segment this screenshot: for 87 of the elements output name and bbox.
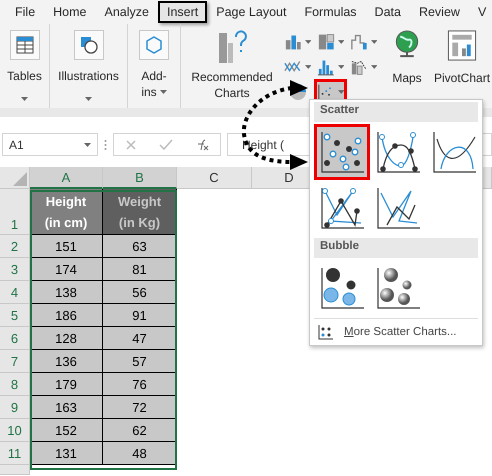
group-label: Add-	[141, 68, 167, 84]
table-cell: 151	[30, 235, 103, 258]
shapes-icon	[78, 35, 98, 55]
pivot-chart-icon[interactable]	[446, 29, 478, 62]
header-cell: Weight (in Kg)	[103, 189, 177, 235]
table-cell: 163	[30, 396, 103, 419]
caret-icon	[85, 97, 92, 101]
row-header[interactable]: 7	[0, 350, 30, 373]
button-label: Maps	[392, 70, 422, 86]
menu-tab[interactable]: Data	[366, 1, 410, 23]
row-header[interactable]: 2	[0, 235, 30, 258]
table-cell: 128	[30, 327, 103, 350]
menu-tab[interactable]: Page Layout	[207, 1, 296, 23]
table-cell: 179	[30, 373, 103, 396]
column-header[interactable]: C	[177, 167, 252, 189]
menu-tab[interactable]: File	[6, 1, 44, 23]
more-charts-link[interactable]: More Scatter Charts...	[344, 326, 456, 338]
scatter-chart-icon	[375, 129, 421, 175]
section-header: Scatter	[314, 102, 478, 122]
table-cell: 48	[103, 442, 177, 465]
function-icon[interactable]	[195, 138, 209, 150]
name-box[interactable]: A1	[2, 133, 98, 156]
caret-icon	[338, 90, 344, 94]
scatter-chart-icon	[319, 129, 365, 175]
header-cell: Height (in cm)	[30, 189, 103, 235]
section-header: Bubble	[314, 238, 478, 258]
table-cell: 186	[30, 304, 103, 327]
table-cell: 138	[30, 281, 103, 304]
row-header[interactable]: 1	[0, 189, 30, 235]
table-cell: 174	[30, 258, 103, 281]
caret-icon	[160, 90, 167, 94]
caret-icon	[21, 97, 28, 101]
row-header[interactable]: 9	[0, 396, 30, 419]
table-cell: 57	[103, 350, 177, 373]
scatter-chart-icon	[319, 185, 365, 231]
menu-tab[interactable]: V	[468, 1, 492, 23]
bubble-chart-icon	[319, 265, 365, 311]
ribbon-button[interactable]	[10, 30, 40, 60]
row-header[interactable]: 5	[0, 304, 30, 327]
caret-icon	[370, 40, 377, 44]
column-header[interactable]: A	[30, 167, 103, 189]
scatter-chart-icon	[431, 129, 477, 175]
group-label: Tables	[7, 68, 42, 84]
caret-icon	[304, 40, 311, 44]
table-cell: 62	[103, 419, 177, 442]
group-label: ins	[141, 84, 157, 100]
menu-tab[interactable]: Analyze	[96, 1, 158, 23]
button-label: Recommended	[191, 69, 273, 85]
caret-icon	[338, 40, 344, 44]
table-cell: 63	[103, 235, 177, 258]
button-label: PivotChart	[434, 70, 490, 86]
table-cell: 152	[30, 419, 103, 442]
button-label: Charts	[214, 85, 250, 101]
row-header[interactable]: 3	[0, 258, 30, 281]
table-cell: 56	[103, 281, 177, 304]
check-icon[interactable]	[159, 138, 173, 150]
table-cell: 76	[103, 373, 177, 396]
menu-tab[interactable]: Formulas	[295, 1, 366, 23]
menu-tab[interactable]: Insert	[158, 1, 208, 23]
table-cell: 81	[103, 258, 177, 281]
treemap-icon	[317, 32, 336, 52]
row-header[interactable]: 8	[0, 373, 30, 396]
caret-icon	[370, 64, 377, 68]
caret-icon	[84, 142, 91, 146]
table-icon	[16, 36, 34, 54]
table-cell: 136	[30, 350, 103, 373]
table-cell: 131	[30, 442, 103, 465]
table-cell: 91	[103, 304, 177, 327]
bubble-chart-icon	[375, 265, 421, 311]
chart-option[interactable]	[314, 124, 370, 180]
table-cell: 72	[103, 396, 177, 419]
row-header[interactable]: 11	[0, 442, 30, 465]
scatter-chart-icon	[375, 185, 421, 231]
group-label: Illustrations	[58, 68, 119, 84]
row-header[interactable]: 6	[0, 327, 30, 350]
caret-icon	[338, 64, 344, 68]
table-cell: 47	[103, 327, 177, 350]
ribbon-button[interactable]	[74, 30, 104, 60]
menu-tab[interactable]: Home	[44, 1, 96, 23]
hexagon-icon	[144, 35, 164, 55]
caret-icon	[304, 64, 311, 68]
grip-icon	[104, 138, 107, 150]
row-header[interactable]: 10	[0, 419, 30, 442]
row-header[interactable]: 4	[0, 281, 30, 304]
column-header[interactable]: B	[103, 167, 177, 189]
menu-tab[interactable]: Review	[410, 1, 469, 23]
scatter-chart-icon	[318, 324, 334, 340]
